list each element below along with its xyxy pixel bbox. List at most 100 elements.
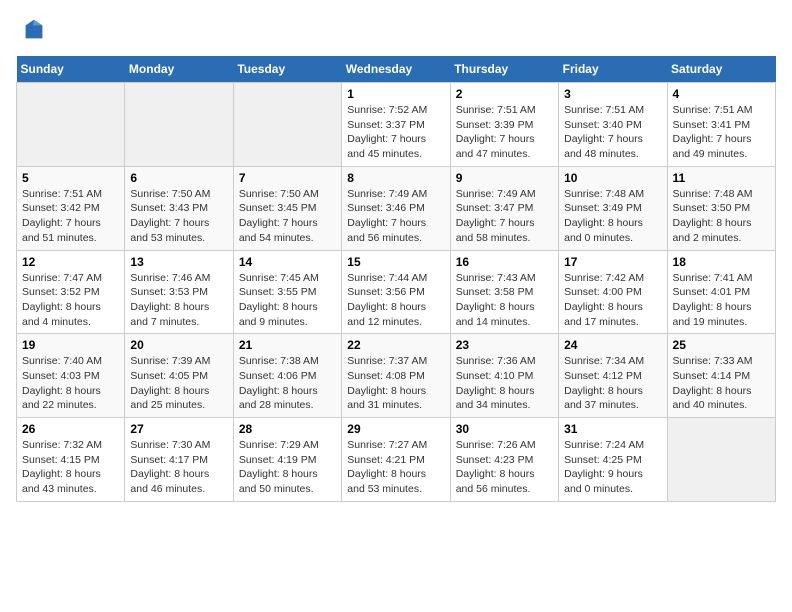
day-info: Sunrise: 7:27 AM Sunset: 4:21 PM Dayligh… [347,438,444,497]
day-number: 31 [564,422,661,436]
day-info: Sunrise: 7:26 AM Sunset: 4:23 PM Dayligh… [456,438,553,497]
day-of-week-header: Wednesday [342,56,450,83]
day-info: Sunrise: 7:29 AM Sunset: 4:19 PM Dayligh… [239,438,336,497]
day-of-week-header: Friday [559,56,667,83]
day-number: 9 [456,171,553,185]
calendar-cell: 29 Sunrise: 7:27 AM Sunset: 4:21 PM Dayli… [342,418,450,502]
day-info: Sunrise: 7:46 AM Sunset: 3:53 PM Dayligh… [130,271,227,330]
calendar-cell: 7 Sunrise: 7:50 AM Sunset: 3:45 PM Daylig… [233,166,341,250]
day-info: Sunrise: 7:44 AM Sunset: 3:56 PM Dayligh… [347,271,444,330]
logo [16,16,48,44]
day-number: 4 [673,87,770,101]
day-of-week-header: Monday [125,56,233,83]
day-info: Sunrise: 7:32 AM Sunset: 4:15 PM Dayligh… [22,438,119,497]
day-number: 2 [456,87,553,101]
day-info: Sunrise: 7:40 AM Sunset: 4:03 PM Dayligh… [22,354,119,413]
day-number: 7 [239,171,336,185]
day-of-week-header: Tuesday [233,56,341,83]
day-info: Sunrise: 7:33 AM Sunset: 4:14 PM Dayligh… [673,354,770,413]
calendar-cell: 15Sunrise: 7:44 AM Sunset: 3:56 PM Dayli… [342,250,450,334]
day-number: 29 [347,422,444,436]
day-info: Sunrise: 7:48 AM Sunset: 3:49 PM Dayligh… [564,187,661,246]
day-number: 11 [673,171,770,185]
day-info: Sunrise: 7:49 AM Sunset: 3:47 PM Dayligh… [456,187,553,246]
day-number: 13 [130,255,227,269]
day-info: Sunrise: 7:38 AM Sunset: 4:06 PM Dayligh… [239,354,336,413]
calendar-cell: 12 Sunrise: 7:47 AM Sunset: 3:52 PM Dayli… [17,250,125,334]
day-number: 25 [673,338,770,352]
calendar-cell: 5 Sunrise: 7:51 AM Sunset: 3:42 PM Daylig… [17,166,125,250]
day-info: Sunrise: 7:51 AM Sunset: 3:42 PM Dayligh… [22,187,119,246]
calendar-cell: 24 Sunrise: 7:34 AM Sunset: 4:12 PM Dayli… [559,334,667,418]
day-number: 26 [22,422,119,436]
day-number: 14 [239,255,336,269]
calendar-cell: 20Sunrise: 7:39 AM Sunset: 4:05 PM Dayli… [125,334,233,418]
calendar-cell: 14 Sunrise: 7:45 AM Sunset: 3:55 PM Dayli… [233,250,341,334]
day-number: 17 [564,255,661,269]
day-number: 1 [347,87,444,101]
day-info: Sunrise: 7:36 AM Sunset: 4:10 PM Dayligh… [456,354,553,413]
day-info: Sunrise: 7:42 AM Sunset: 4:00 PM Dayligh… [564,271,661,330]
day-info: Sunrise: 7:50 AM Sunset: 3:43 PM Dayligh… [130,187,227,246]
day-number: 6 [130,171,227,185]
calendar-cell: 26 Sunrise: 7:32 AM Sunset: 4:15 PM Dayli… [17,418,125,502]
calendar-cell [233,83,341,167]
day-number: 12 [22,255,119,269]
day-info: Sunrise: 7:50 AM Sunset: 3:45 PM Dayligh… [239,187,336,246]
day-of-week-header: Thursday [450,56,558,83]
calendar-cell: 17 Sunrise: 7:42 AM Sunset: 4:00 PM Dayli… [559,250,667,334]
calendar-table: SundayMondayTuesdayWednesdayThursdayFrid… [16,56,776,502]
day-number: 10 [564,171,661,185]
day-info: Sunrise: 7:30 AM Sunset: 4:17 PM Dayligh… [130,438,227,497]
day-number: 19 [22,338,119,352]
calendar-cell [667,418,775,502]
calendar-cell: 30 Sunrise: 7:26 AM Sunset: 4:23 PM Dayli… [450,418,558,502]
day-info: Sunrise: 7:48 AM Sunset: 3:50 PM Dayligh… [673,187,770,246]
day-info: Sunrise: 7:37 AM Sunset: 4:08 PM Dayligh… [347,354,444,413]
calendar-week-row: 19 Sunrise: 7:40 AM Sunset: 4:03 PM Dayli… [17,334,776,418]
day-number: 5 [22,171,119,185]
day-info: Sunrise: 7:24 AM Sunset: 4:25 PM Dayligh… [564,438,661,497]
page-header [16,16,776,44]
calendar-cell: 4 Sunrise: 7:51 AM Sunset: 3:41 PM Daylig… [667,83,775,167]
calendar-week-row: 5 Sunrise: 7:51 AM Sunset: 3:42 PM Daylig… [17,166,776,250]
day-info: Sunrise: 7:45 AM Sunset: 3:55 PM Dayligh… [239,271,336,330]
day-info: Sunrise: 7:51 AM Sunset: 3:39 PM Dayligh… [456,103,553,162]
logo-icon [20,16,48,44]
calendar-cell: 31 Sunrise: 7:24 AM Sunset: 4:25 PM Dayli… [559,418,667,502]
day-info: Sunrise: 7:51 AM Sunset: 3:41 PM Dayligh… [673,103,770,162]
calendar-week-row: 1Sunrise: 7:52 AM Sunset: 3:37 PM Daylig… [17,83,776,167]
day-number: 18 [673,255,770,269]
day-number: 22 [347,338,444,352]
calendar-cell: 18 Sunrise: 7:41 AM Sunset: 4:01 PM Dayli… [667,250,775,334]
day-number: 27 [130,422,227,436]
day-info: Sunrise: 7:49 AM Sunset: 3:46 PM Dayligh… [347,187,444,246]
calendar-cell: 8 Sunrise: 7:49 AM Sunset: 3:46 PM Daylig… [342,166,450,250]
day-number: 28 [239,422,336,436]
day-number: 21 [239,338,336,352]
calendar-cell: 2 Sunrise: 7:51 AM Sunset: 3:39 PM Daylig… [450,83,558,167]
calendar-cell: 6 Sunrise: 7:50 AM Sunset: 3:43 PM Daylig… [125,166,233,250]
calendar-cell: 13 Sunrise: 7:46 AM Sunset: 3:53 PM Dayli… [125,250,233,334]
calendar-cell: 27 Sunrise: 7:30 AM Sunset: 4:17 PM Dayli… [125,418,233,502]
day-number: 30 [456,422,553,436]
day-number: 16 [456,255,553,269]
day-info: Sunrise: 7:51 AM Sunset: 3:40 PM Dayligh… [564,103,661,162]
day-number: 24 [564,338,661,352]
day-info: Sunrise: 7:41 AM Sunset: 4:01 PM Dayligh… [673,271,770,330]
day-number: 8 [347,171,444,185]
calendar-week-row: 26 Sunrise: 7:32 AM Sunset: 4:15 PM Dayli… [17,418,776,502]
day-info: Sunrise: 7:34 AM Sunset: 4:12 PM Dayligh… [564,354,661,413]
day-info: Sunrise: 7:39 AM Sunset: 4:05 PM Dayligh… [130,354,227,413]
calendar-cell: 10 Sunrise: 7:48 AM Sunset: 3:49 PM Dayli… [559,166,667,250]
calendar-cell: 3 Sunrise: 7:51 AM Sunset: 3:40 PM Daylig… [559,83,667,167]
day-info: Sunrise: 7:43 AM Sunset: 3:58 PM Dayligh… [456,271,553,330]
day-of-week-header: Saturday [667,56,775,83]
calendar-cell: 23 Sunrise: 7:36 AM Sunset: 4:10 PM Dayli… [450,334,558,418]
day-number: 3 [564,87,661,101]
day-info: Sunrise: 7:47 AM Sunset: 3:52 PM Dayligh… [22,271,119,330]
day-number: 23 [456,338,553,352]
calendar-cell: 28 Sunrise: 7:29 AM Sunset: 4:19 PM Dayli… [233,418,341,502]
calendar-week-row: 12 Sunrise: 7:47 AM Sunset: 3:52 PM Dayli… [17,250,776,334]
calendar-cell [17,83,125,167]
